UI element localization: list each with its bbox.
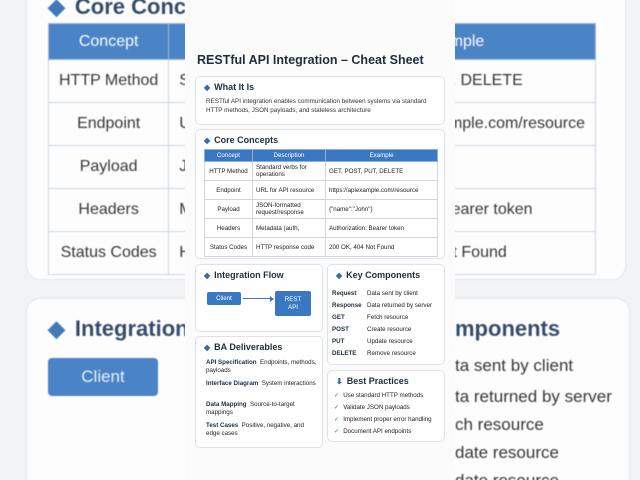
what-it-is-card: ◆ What It Is RESTful API integration enab… [195, 76, 445, 125]
table-row: Status Codes HTTP response code 200 OK, … [204, 237, 438, 257]
table-row: Endpoint URL for API resource https://ap… [204, 180, 438, 200]
bg-component-line: date resource [455, 471, 559, 480]
bg-concept: HTTP Method [47, 59, 170, 103]
diamond-icon: ◆ [336, 271, 343, 280]
diamond-icon: ◆ [204, 343, 211, 352]
component-item: DELETE Remove resource [332, 350, 416, 357]
best-practices-heading: ⬇ Best Practices [336, 376, 409, 386]
ba-deliverables-card: ◆ BA Deliverables API Specification Endpo… [195, 336, 323, 448]
check-icon: ✓ [334, 392, 340, 399]
key-components-card: ◆ Key Components Request Data sent by clie… [327, 264, 445, 365]
what-it-is-text: RESTful API integration enables communic… [206, 98, 427, 114]
core-concepts-table: Concept Description Example HTTP Method … [204, 149, 438, 257]
table-row: Payload JSON-formatted request/response … [204, 199, 438, 219]
check-icon: ✓ [334, 404, 340, 411]
arrow-icon [243, 295, 274, 302]
sheet-title: RESTful API Integration – Cheat Sheet [197, 53, 424, 67]
component-item: Request Data sent by client [332, 290, 418, 297]
bg-component-line: date resource [455, 443, 559, 462]
table-row: Headers Metadata (auth, Authorization: B… [204, 218, 438, 238]
bg-th-concept: Concept [47, 23, 170, 60]
core-concepts-card: ◆ Core Concepts Concept Description Examp… [195, 129, 445, 259]
bg-concept: Status Codes [47, 231, 170, 275]
rest-api-box: REST API [275, 291, 311, 316]
check-icon: ✓ [334, 416, 340, 423]
deliverable-item: API Specification Endpoints, methods, pa… [206, 359, 317, 374]
best-practices-card: ⬇ Best Practices ✓ Use standard HTTP metho… [327, 370, 445, 442]
deliverable-item: Interface Diagram System interactions [206, 380, 316, 387]
deliverable-item: Test Cases Positive, negative, and edge … [206, 422, 304, 437]
bg-components-title: mponents [455, 316, 561, 341]
th-example: Example [325, 149, 438, 162]
integration-flow-heading: ◆ Integration Flow [204, 270, 284, 280]
component-item: Response Data returned by server [332, 302, 432, 309]
what-it-is-heading: ◆ What It Is [204, 82, 255, 92]
download-icon: ⬇ [336, 377, 343, 386]
component-item: GET Fetch resource [332, 314, 409, 321]
bg-client-box: Client [48, 358, 158, 396]
bg-concept: Endpoint [47, 102, 170, 146]
cheat-sheet: RESTful API Integration – Cheat Sheet ◆ W… [185, 0, 455, 480]
check-icon: ✓ [334, 428, 340, 435]
practice-item: ✓ Document API endpoints [334, 428, 412, 435]
practice-item: ✓ Validate JSON payloads [334, 404, 410, 411]
bg-component-line: ta sent by client [455, 356, 574, 375]
client-box: Client [207, 292, 241, 305]
bg-component-line: ch resource [455, 415, 544, 434]
diamond-icon: ◆ [204, 136, 211, 145]
bg-concept: Headers [47, 188, 170, 232]
key-components-heading: ◆ Key Components [336, 270, 421, 280]
bg-concept: Payload [47, 145, 170, 189]
table-row: HTTP Method Standard verbs for operation… [204, 161, 438, 181]
core-concepts-heading: ◆ Core Concepts [204, 135, 279, 145]
diamond-icon: ◆ [204, 271, 211, 280]
th-description: Description [252, 149, 326, 162]
diamond-icon: ◆ [204, 83, 211, 92]
bg-component-line: ta returned by server [455, 387, 612, 406]
practice-item: ✓ Implement proper error handling [334, 416, 432, 423]
deliverable-item: Data Mapping Source-to-target mappings [206, 401, 295, 416]
bg-integration-title: ◆ Integration [48, 316, 189, 341]
ba-deliverables-heading: ◆ BA Deliverables [204, 342, 283, 352]
practice-item: ✓ Use standard HTTP methods [334, 392, 424, 399]
integration-flow-card: ◆ Integration Flow Client REST API [195, 264, 323, 332]
component-item: PUT Update resource [332, 338, 413, 345]
th-concept: Concept [204, 149, 253, 162]
component-item: POST Create resource [332, 326, 412, 333]
